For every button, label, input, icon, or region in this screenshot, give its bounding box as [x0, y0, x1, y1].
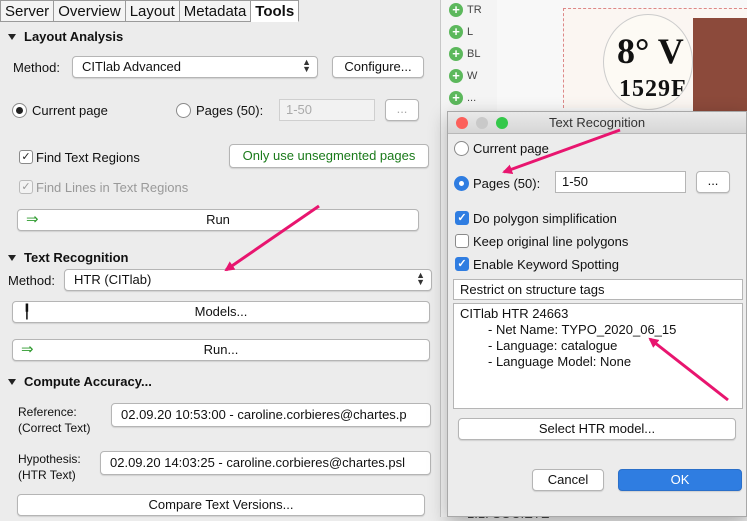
annotation-arrow-pages — [502, 128, 621, 174]
annotation-arrow-model — [648, 337, 729, 402]
annotation-arrows — [224, 128, 729, 402]
annotation-arrow-method — [224, 204, 320, 272]
